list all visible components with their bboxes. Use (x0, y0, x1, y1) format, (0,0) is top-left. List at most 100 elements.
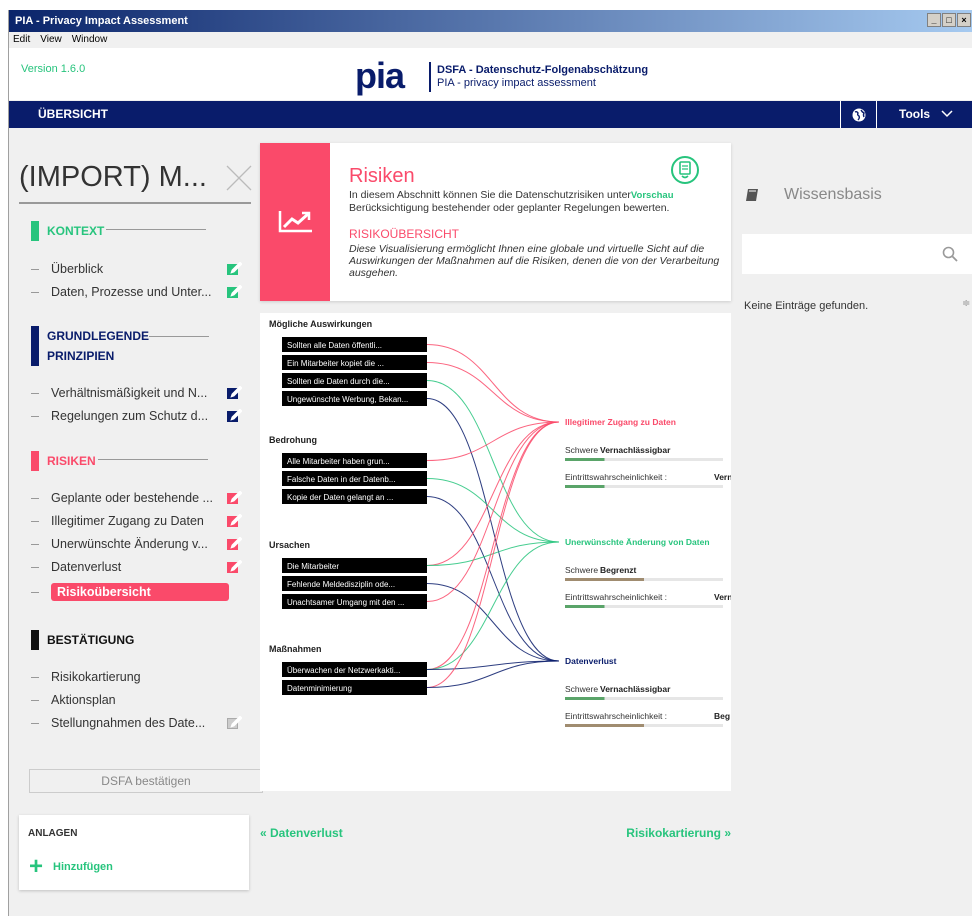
viz-item-label: Die Mitarbeiter (287, 562, 339, 571)
window-title: PIA - Privacy Impact Assessment (15, 15, 188, 27)
viz-item-label: Fehlende Meldedisziplin ode... (287, 580, 395, 589)
sidebar-item-label: Illegitimer Zugang zu Daten (51, 514, 204, 528)
section-header-card: Risiken In diesem Abschnitt können Sie d… (260, 143, 731, 301)
viz-item-label: Falsche Daten in der Datenb... (287, 475, 396, 484)
section-header-0[interactable]: KONTEXT (31, 221, 207, 241)
risk-title: Illegitimer Zugang zu Daten (565, 417, 676, 427)
risk-title: Datenverlust (565, 656, 617, 666)
title-divider (19, 202, 251, 204)
risk-likelihood-label: Eintrittswahrscheinlichkeit : (565, 472, 667, 482)
attachments-panel: ANLAGEN + Hinzufügen (19, 815, 249, 890)
sidebar-item-label: Stellungnahmen des Date... (51, 716, 206, 730)
item-dash (31, 699, 39, 701)
risk-link (426, 362, 560, 423)
next-section-link[interactable]: Risikokartierung » (626, 826, 731, 840)
risk-link (426, 496, 560, 662)
section-header-3[interactable]: BESTÄTIGUNG (31, 630, 134, 650)
preview-icon[interactable] (670, 155, 700, 185)
sidebar-item[interactable]: Risikokartierung (31, 670, 141, 684)
version-label: Version 1.6.0 (21, 63, 86, 75)
prev-section-link[interactable]: « Datenverlust (260, 826, 343, 840)
section-header-2[interactable]: RISIKEN (31, 451, 208, 471)
risk-severity-value: Begrenzt (600, 565, 637, 575)
sidebar-item-label: Regelungen zum Schutz d... (51, 409, 209, 423)
pia-logo[interactable]: pia (355, 58, 405, 94)
sidebar-item[interactable]: Verhältnismäßigkeit und N... (31, 386, 242, 400)
section-divider (106, 229, 207, 230)
section-divider (97, 459, 208, 460)
severity-bar (565, 458, 605, 461)
sidebar-item[interactable]: Regelungen zum Schutz d... (31, 409, 242, 423)
sidebar-item-label: Aktionsplan (51, 693, 116, 707)
edit-icon[interactable] (227, 262, 242, 275)
language-button[interactable] (840, 101, 876, 128)
risk-overview-visualization: Mögliche Auswirkungen Sollten alle Daten … (260, 313, 731, 791)
card-accent (260, 143, 330, 301)
plus-icon: + (29, 853, 44, 880)
knowledge-search-input[interactable] (742, 234, 972, 274)
edit-icon[interactable] (227, 514, 242, 527)
confirm-dpia-button[interactable]: DSFA bestätigen (29, 769, 263, 793)
severity-bar (565, 578, 644, 581)
sort-icon[interactable]: ≑ (962, 298, 970, 309)
menu-view[interactable]: View (40, 32, 62, 48)
sidebar-item[interactable]: Illegitimer Zugang zu Daten (31, 514, 242, 528)
edit-icon[interactable] (227, 716, 242, 729)
section-header-1[interactable]: GRUNDLEGENDE PRINZIPIEN (31, 326, 209, 366)
viz-group-title: Mögliche Auswirkungen (269, 319, 372, 329)
sidebar-item[interactable]: Daten, Prozesse und Unter... (31, 285, 242, 299)
chevron-down-icon (941, 110, 953, 118)
sidebar-item[interactable]: Datenverlust (31, 560, 242, 574)
item-dash (31, 520, 39, 522)
search-icon[interactable] (942, 246, 958, 262)
section-title: Risiken (349, 165, 415, 187)
trend-chart-icon (278, 211, 312, 233)
edit-icon[interactable] (227, 491, 242, 504)
viz-group-title: Ursachen (269, 540, 310, 550)
maximize-button[interactable]: □ (942, 13, 956, 27)
risk-overview-subtitle: RISIKOÜBERSICHT (349, 227, 460, 241)
risk-severity-label: Schwere (565, 684, 598, 694)
menu-bar: Edit View Window (9, 32, 972, 48)
nav-overview-link[interactable]: ÜBERSICHT (38, 101, 108, 128)
section-divider (149, 336, 209, 337)
viz-group-title: Maßnahmen (269, 644, 322, 654)
sidebar-item[interactable]: Unerwünschte Änderung v... (31, 537, 242, 551)
risk-link (426, 344, 560, 423)
close-icon[interactable] (224, 163, 254, 193)
sidebar-item[interactable]: Risikoübersicht (31, 583, 229, 601)
item-dash (31, 722, 39, 724)
edit-icon[interactable] (227, 285, 242, 298)
item-dash (31, 291, 39, 293)
edit-icon[interactable] (227, 537, 242, 550)
menu-window[interactable]: Window (72, 32, 108, 48)
close-window-button[interactable]: × (957, 13, 971, 27)
section-label: RISIKEN (47, 454, 96, 468)
viz-item-label: Datenminimierung (287, 684, 352, 693)
sidebar-item[interactable]: Überblick (31, 262, 242, 276)
edit-icon[interactable] (227, 386, 242, 399)
minimize-button[interactable]: _ (927, 13, 941, 27)
tools-menu[interactable]: Tools (876, 101, 972, 128)
likelihood-bar (565, 485, 605, 488)
viz-item-label: Ein Mitarbeiter kopiet die ... (287, 359, 384, 368)
risk-graph: Mögliche Auswirkungen Sollten alle Daten … (269, 319, 731, 727)
viz-item-label: Kopie der Daten gelangt an ... (287, 493, 393, 502)
edit-icon[interactable] (227, 560, 242, 573)
viz-item-label: Sollten alle Daten öffentli... (287, 341, 382, 350)
risk-likelihood-value: Beg (714, 711, 730, 721)
edit-icon[interactable] (227, 409, 242, 422)
preview-link[interactable]: Vorschau (631, 190, 674, 201)
sidebar-item[interactable]: Stellungnahmen des Date... (31, 716, 242, 730)
section-color-bar (31, 451, 39, 471)
window-controls: _ □ × (927, 13, 971, 27)
risk-likelihood-value: Vern (714, 472, 731, 482)
sidebar-item[interactable]: Aktionsplan (31, 693, 116, 707)
menu-edit[interactable]: Edit (13, 32, 30, 48)
sidebar-item[interactable]: Geplante oder bestehende ... (31, 491, 242, 505)
add-attachment-button[interactable]: + Hinzufügen (29, 853, 113, 880)
item-dash (31, 268, 39, 270)
risk-link (426, 541, 560, 670)
sidebar-item-label: Risikokartierung (51, 670, 141, 684)
sidebar-item-label: Daten, Prozesse und Unter... (51, 285, 212, 299)
